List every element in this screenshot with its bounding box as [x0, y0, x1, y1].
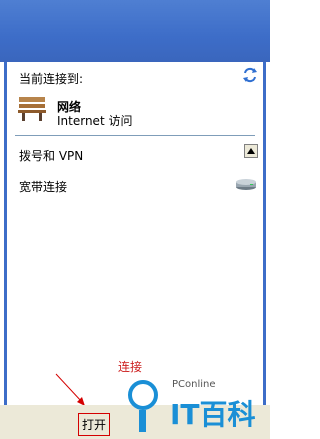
title-bar	[0, 0, 270, 62]
annotation-hint: 连接	[118, 360, 143, 374]
annotation-arrow	[55, 373, 85, 406]
current-connection-label: 当前连接到:	[19, 72, 84, 86]
watermark-brand-small: PConline	[172, 379, 216, 390]
section-divider	[15, 135, 255, 136]
watermark-logo-bar	[139, 410, 146, 432]
broadband-connection-item[interactable]: 宽带连接	[19, 178, 67, 195]
park-bench-icon	[18, 97, 46, 121]
modem-icon	[236, 179, 256, 190]
watermark-brand-big: IT百科	[170, 398, 256, 431]
scroll-up-button[interactable]	[244, 144, 258, 158]
network-access-status: Internet 访问	[57, 114, 133, 128]
dialup-vpn-header: 拨号和 VPN	[19, 149, 84, 163]
watermark-logo-ring	[128, 380, 158, 410]
open-network-button[interactable]: 打开	[78, 413, 111, 436]
scroll-up-icon	[247, 148, 255, 154]
refresh-icon[interactable]	[241, 66, 259, 84]
